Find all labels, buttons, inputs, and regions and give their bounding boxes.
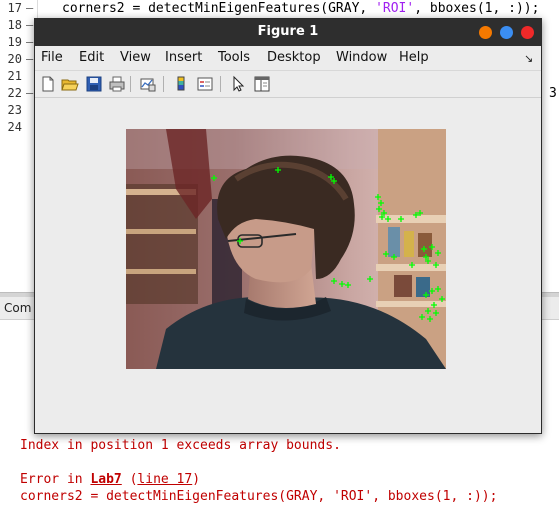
code-token: corners2 = detectMinEigenFeatures(GRAY, bbox=[62, 1, 376, 16]
new-figure-icon[interactable] bbox=[39, 75, 57, 93]
error-in-prefix: Error in bbox=[20, 472, 91, 487]
webcam-image bbox=[126, 129, 446, 369]
figure-titlebar[interactable]: Figure 1 bbox=[35, 19, 541, 46]
line-marker: – bbox=[26, 35, 34, 49]
property-inspector-icon[interactable] bbox=[253, 75, 271, 93]
insert-colorbar-icon[interactable] bbox=[172, 75, 190, 93]
line-marker: – bbox=[26, 86, 34, 100]
line-marker: – bbox=[26, 1, 34, 15]
line-marker: – bbox=[26, 18, 34, 32]
line-number: 22 bbox=[7, 86, 22, 100]
menu-insert[interactable]: Insert bbox=[165, 50, 202, 65]
maximize-button[interactable] bbox=[500, 26, 513, 39]
line-number: 17 bbox=[7, 1, 22, 15]
error-function-link[interactable]: Lab7 bbox=[90, 472, 121, 487]
edit-plot-arrow-icon[interactable] bbox=[229, 75, 247, 93]
string-literal: 'ROI' bbox=[375, 1, 415, 16]
open-file-icon[interactable] bbox=[61, 75, 79, 93]
line-number: 24 bbox=[7, 120, 22, 134]
save-icon[interactable] bbox=[85, 75, 103, 93]
error-code-line: corners2 = detectMinEigenFeatures(GRAY, … bbox=[20, 489, 498, 504]
code-line-17[interactable]: corners2 = detectMinEigenFeatures(GRAY, … bbox=[62, 1, 539, 16]
toolbar-separator bbox=[163, 76, 164, 92]
line-number: 19 bbox=[7, 35, 22, 49]
line-number: 21 bbox=[7, 69, 22, 83]
code-line-22-fragment: 3 bbox=[549, 86, 557, 101]
menu-view[interactable]: View bbox=[120, 50, 151, 65]
figure-window[interactable]: Figure 1 File Edit View Insert Tools Des… bbox=[34, 18, 542, 434]
line-number: 23 bbox=[7, 103, 22, 117]
menu-tools[interactable]: Tools bbox=[218, 50, 250, 65]
code-token: , bboxes(1, :)); bbox=[414, 1, 540, 16]
menu-help[interactable]: Help bbox=[399, 50, 429, 65]
figure-title: Figure 1 bbox=[257, 24, 319, 39]
line-number: 18 bbox=[7, 18, 22, 32]
toolbar-separator bbox=[130, 76, 131, 92]
command-window-title: Com bbox=[4, 301, 32, 315]
error-message: Index in position 1 exceeds array bounds… bbox=[20, 438, 341, 453]
menu-edit[interactable]: Edit bbox=[79, 50, 104, 65]
insert-legend-icon[interactable] bbox=[196, 75, 214, 93]
close-button[interactable] bbox=[521, 26, 534, 39]
menu-file[interactable]: File bbox=[41, 50, 63, 65]
toolbar-separator bbox=[220, 76, 221, 92]
minimize-button[interactable] bbox=[479, 26, 492, 39]
line-marker: – bbox=[26, 52, 34, 66]
link-plot-icon[interactable] bbox=[139, 75, 157, 93]
error-location: Error in Lab7 (line 17) bbox=[20, 472, 201, 487]
error-line-link[interactable]: line 17 bbox=[137, 472, 192, 487]
print-icon[interactable] bbox=[108, 75, 126, 93]
line-number: 20 bbox=[7, 52, 22, 66]
figure-toolbar bbox=[35, 70, 541, 98]
dock-arrow-icon[interactable]: ↘ bbox=[524, 52, 533, 65]
menu-window[interactable]: Window bbox=[336, 50, 387, 65]
menu-desktop[interactable]: Desktop bbox=[267, 50, 321, 65]
figure-axes[interactable] bbox=[126, 129, 446, 369]
figure-menubar: File Edit View Insert Tools Desktop Wind… bbox=[35, 46, 541, 69]
